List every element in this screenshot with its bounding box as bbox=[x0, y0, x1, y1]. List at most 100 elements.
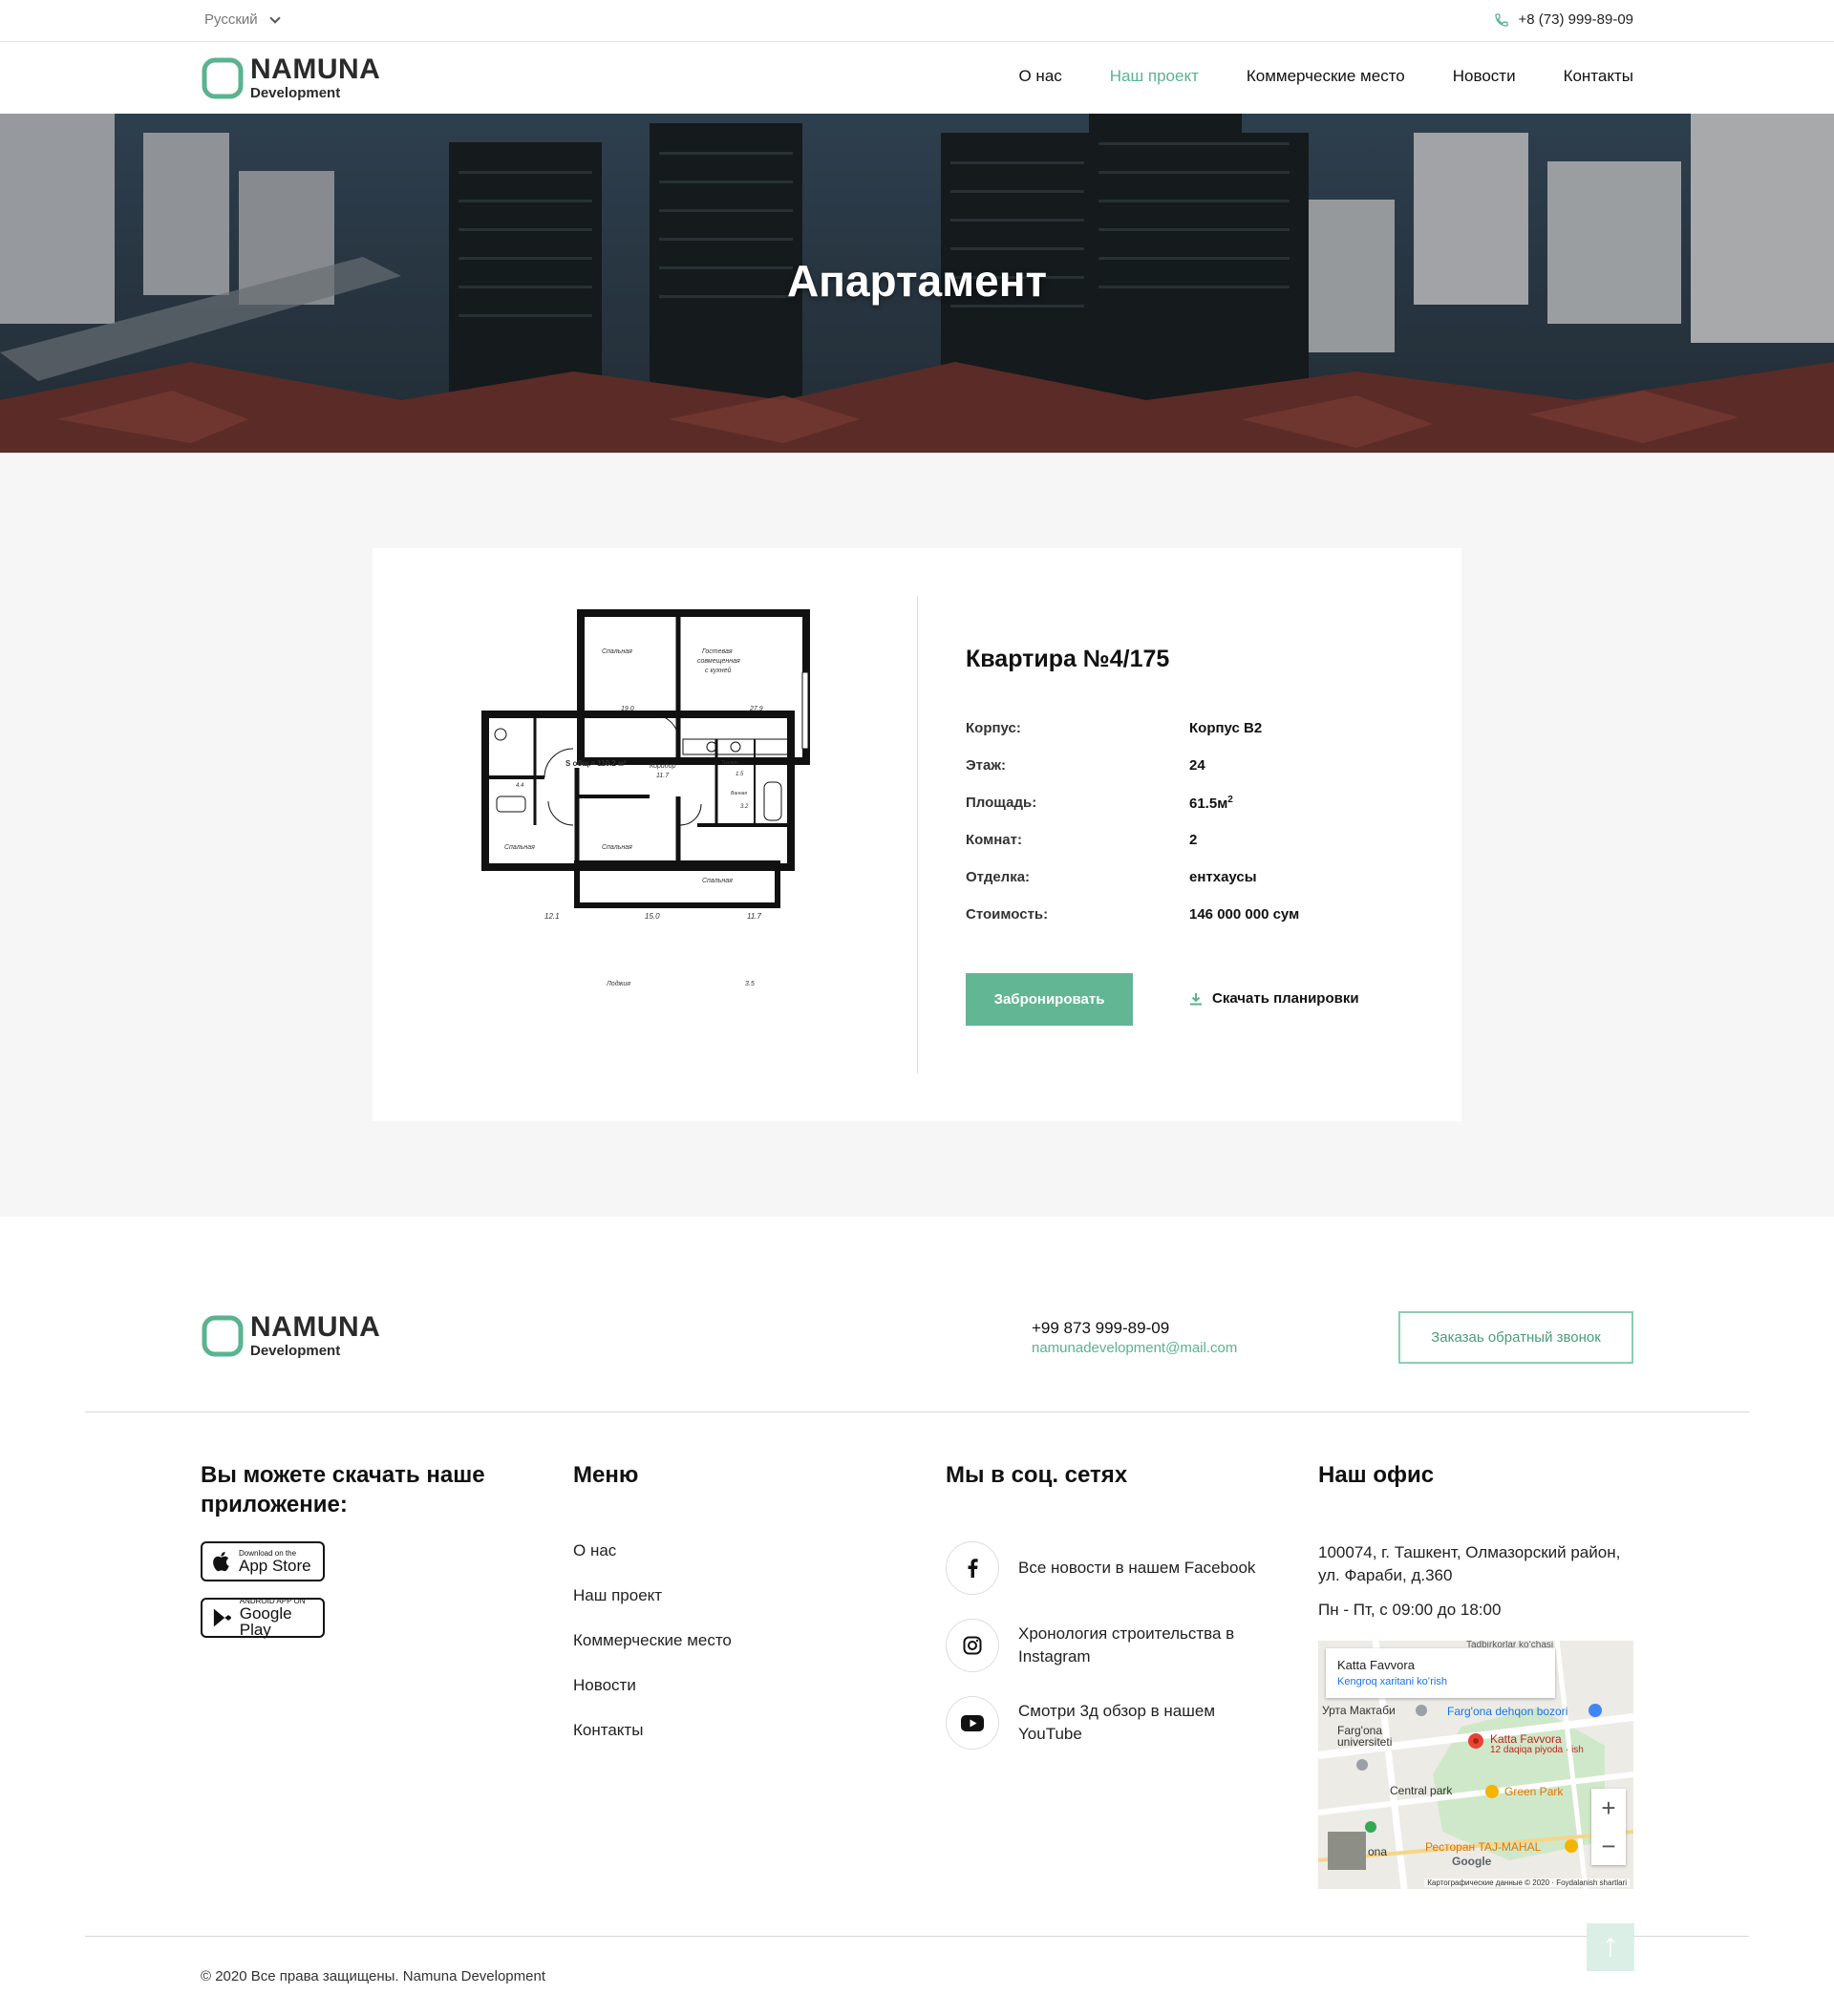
svg-text:Ванная: Ванная bbox=[731, 791, 747, 796]
apartment-card: Спальная 19.0 Гостевая совмещенная с кух… bbox=[373, 548, 1461, 1121]
logo-sub: Development bbox=[250, 1343, 341, 1359]
top-phone[interactable]: +8 (73) 999-89-09 bbox=[1494, 11, 1634, 28]
social-title: Мы в соц. сетях bbox=[946, 1462, 1128, 1488]
svg-text:15.0: 15.0 bbox=[645, 912, 660, 921]
svg-text:Гостевая: Гостевая bbox=[702, 648, 733, 655]
scroll-to-top-button[interactable] bbox=[1587, 1923, 1634, 1971]
footer-email[interactable]: namunadevelopment@mail.com bbox=[1032, 1340, 1237, 1356]
map-label: Farg'ona dehqon bozori bbox=[1447, 1705, 1568, 1718]
footer-bottom-divider bbox=[85, 1936, 1749, 1937]
spec-value: 24 bbox=[1189, 757, 1205, 774]
social-text: Смотри 3д обзор в нашем YouTube bbox=[1018, 1702, 1216, 1743]
nav-item-project[interactable]: Наш проект bbox=[1110, 67, 1199, 86]
svg-text:1.5: 1.5 bbox=[736, 772, 744, 777]
area-unit-sup: 2 bbox=[1227, 795, 1233, 805]
map-label: Tadbirkorlar koʻchasi bbox=[1466, 1641, 1554, 1650]
callback-button[interactable]: Заказаь обратный звонок bbox=[1398, 1311, 1633, 1364]
download-label: Скачать планировки bbox=[1212, 990, 1359, 1007]
svg-text:27.9: 27.9 bbox=[749, 706, 763, 712]
footer-menu-item-project[interactable]: Наш проект bbox=[573, 1586, 732, 1631]
menu-title: Меню bbox=[573, 1462, 639, 1488]
footer-logo[interactable]: NAMUNA Development bbox=[201, 1313, 380, 1358]
spec-value: Корпус В2 bbox=[1189, 720, 1263, 736]
hero-banner: Апартамент bbox=[0, 114, 1834, 453]
spec-row: Этаж: 24 bbox=[966, 757, 1386, 795]
spec-label: Отделка: bbox=[966, 869, 1031, 885]
area-value: 61.5м bbox=[1189, 796, 1228, 812]
svg-text:3.5: 3.5 bbox=[745, 981, 755, 987]
googleplay-button[interactable]: ANDROID APP ON Google Play bbox=[201, 1598, 325, 1638]
floor-plan[interactable]: Спальная 19.0 Гостевая совмещенная с кух… bbox=[478, 605, 821, 987]
phone-icon bbox=[1494, 12, 1508, 27]
facebook-icon bbox=[946, 1541, 999, 1595]
logo-name: NAMUNA bbox=[250, 1311, 381, 1343]
map-label: Урта Мактаби bbox=[1322, 1704, 1396, 1717]
social-facebook[interactable]: Все новости в нашем Facebook bbox=[946, 1541, 1267, 1595]
book-button[interactable]: Забронировать bbox=[966, 973, 1133, 1026]
nav-item-news[interactable]: Новости bbox=[1453, 67, 1516, 86]
appstore-button[interactable]: Download on the App Store bbox=[201, 1541, 325, 1581]
spec-label: Этаж: bbox=[966, 757, 1006, 774]
zoom-in-icon[interactable]: + bbox=[1601, 1793, 1615, 1823]
footer-divider bbox=[85, 1411, 1749, 1412]
google-logo: Google bbox=[1452, 1855, 1492, 1868]
footer-menu-item-contacts[interactable]: Контакты bbox=[573, 1721, 732, 1766]
logo-sub: Development bbox=[250, 85, 341, 101]
map-label: Central park bbox=[1390, 1784, 1453, 1797]
logo-mark-icon bbox=[202, 57, 244, 98]
svg-text:4.4: 4.4 bbox=[516, 783, 524, 789]
map-attrib-terms[interactable]: Foydalanish shartlari bbox=[1556, 1878, 1627, 1887]
nav-item-commercial[interactable]: Коммерческие место bbox=[1247, 67, 1405, 86]
youtube-icon bbox=[946, 1696, 999, 1750]
language-label: Русский bbox=[204, 11, 258, 28]
googleplay-big: Google Play bbox=[239, 1604, 292, 1639]
spec-row: Корпус: Корпус В2 bbox=[966, 720, 1386, 757]
map-place-name: Katta Favvora bbox=[1337, 1658, 1415, 1672]
map-label: Katta Favvora bbox=[1490, 1732, 1562, 1746]
map-place-card: Katta Favvora Kengroq xaritani koʻrish bbox=[1326, 1648, 1555, 1698]
spec-label: Корпус: bbox=[966, 720, 1021, 736]
spec-row: Комнат: 2 bbox=[966, 832, 1386, 869]
office-hours: Пн - Пт, с 09:00 до 18:00 bbox=[1318, 1601, 1502, 1619]
social-youtube[interactable]: Смотри 3д обзор в нашем YouTube bbox=[946, 1696, 1267, 1750]
office-map[interactable]: Katta Favvora Kengroq xaritani koʻrish T… bbox=[1318, 1641, 1633, 1889]
footer-menu-item-commercial[interactable]: Коммерческие место bbox=[573, 1631, 732, 1676]
svg-text:Коридор: Коридор bbox=[650, 762, 676, 770]
spec-list: Корпус: Корпус В2 Этаж: 24 Площадь: 61.5… bbox=[966, 720, 1386, 944]
svg-text:11.7: 11.7 bbox=[747, 912, 762, 921]
appstore-big: App Store bbox=[239, 1556, 311, 1575]
footer-phone[interactable]: +99 873 999-89-09 bbox=[1032, 1319, 1169, 1338]
svg-text:Спальная: Спальная bbox=[702, 878, 733, 884]
site-header: NAMUNA Development О нас Наш проект Комм… bbox=[0, 42, 1834, 114]
spec-row: Отделка: ентхаусы bbox=[966, 869, 1386, 906]
social-text: Хронология строительства в Instagram bbox=[1018, 1624, 1235, 1666]
nav-item-contacts[interactable]: Контакты bbox=[1564, 67, 1633, 86]
svg-text:Спальная: Спальная bbox=[602, 844, 632, 851]
map-attribution: Картографические данные © 2020 · Foydala… bbox=[1424, 1878, 1630, 1887]
spec-label: Стоимость: bbox=[966, 906, 1049, 923]
app-title: Вы можете скачать наше приложение: bbox=[201, 1462, 485, 1517]
office-address: 100074, г. Ташкент, Олмазорский район, у… bbox=[1318, 1543, 1621, 1584]
map-label: Ресторан TAJ-MAHAL bbox=[1425, 1840, 1542, 1854]
header-logo[interactable]: NAMUNA Development bbox=[201, 55, 380, 100]
language-selector[interactable]: Русский bbox=[204, 11, 281, 28]
arrow-up-icon bbox=[1606, 1937, 1615, 1957]
svg-text:Туалет: Туалет bbox=[721, 760, 738, 766]
map-zoom-control[interactable]: + − bbox=[1591, 1789, 1626, 1865]
spec-label: Площадь: bbox=[966, 795, 1037, 811]
svg-text:Спальная: Спальная bbox=[602, 648, 632, 655]
spec-label: Комнат: bbox=[966, 832, 1022, 848]
social-instagram[interactable]: Хронология строительства в Instagram bbox=[946, 1619, 1267, 1672]
nav-item-about[interactable]: О нас bbox=[1018, 67, 1061, 86]
zoom-out-icon[interactable]: − bbox=[1601, 1832, 1615, 1861]
footer-menu-item-about[interactable]: О нас bbox=[573, 1541, 732, 1586]
download-plan-link[interactable]: Скачать планировки bbox=[1189, 990, 1359, 1007]
footer-menu-item-news[interactable]: Новости bbox=[573, 1676, 732, 1721]
top-phone-number: +8 (73) 999-89-09 bbox=[1518, 11, 1634, 28]
map-enlarge-link[interactable]: Kengroq xaritani koʻrish bbox=[1337, 1676, 1544, 1687]
map-label: Farg'ona universiteti bbox=[1337, 1724, 1393, 1749]
download-icon bbox=[1190, 992, 1202, 1005]
svg-text:совмещенная: совмещенная bbox=[697, 658, 740, 665]
spec-row: Площадь: 61.5м2 bbox=[966, 795, 1386, 832]
spec-row: Стоимость: 146 000 000 сум bbox=[966, 906, 1386, 944]
